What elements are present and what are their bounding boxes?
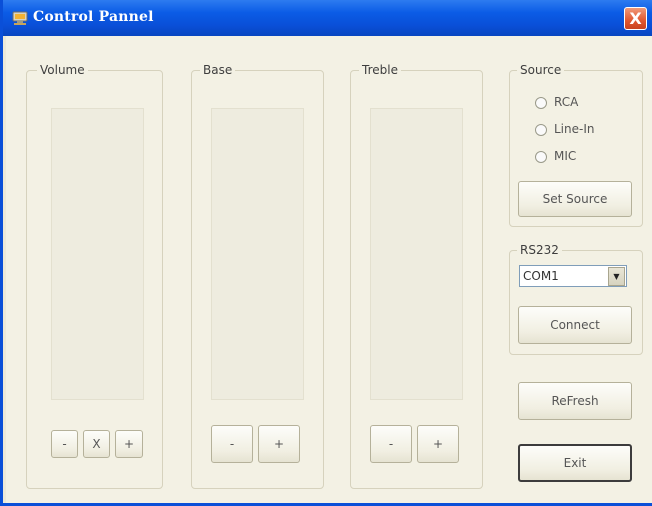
radio-line-in[interactable] [535, 124, 547, 136]
volume-minus-button[interactable]: - [51, 430, 78, 458]
radio-rca-label: RCA [554, 95, 579, 109]
base-label: Base [200, 63, 236, 77]
com-port-select[interactable]: COM1 ▼ [519, 265, 627, 287]
refresh-button[interactable]: ReFresh [518, 382, 632, 420]
exit-button[interactable]: Exit [518, 444, 632, 482]
window-title: Control Pannel [33, 9, 154, 25]
client-area: Volume - X + Base - + Treble - + Source … [6, 36, 652, 503]
volume-slider-track[interactable] [51, 108, 144, 400]
treble-slider-track[interactable] [370, 108, 463, 400]
treble-minus-button[interactable]: - [370, 425, 412, 463]
com-port-value: COM1 [523, 269, 559, 283]
app-icon [12, 11, 28, 25]
radio-line-in-label: Line-In [554, 122, 595, 136]
connect-button[interactable]: Connect [518, 306, 632, 344]
radio-mic-label: MIC [554, 149, 577, 163]
base-slider-track[interactable] [211, 108, 304, 400]
volume-label: Volume [37, 63, 88, 77]
base-minus-button[interactable]: - [211, 425, 253, 463]
title-bar[interactable]: Control Pannel X [3, 0, 652, 36]
treble-label: Treble [359, 63, 401, 77]
radio-rca[interactable] [535, 97, 547, 109]
close-icon: X [629, 9, 642, 28]
rs232-label: RS232 [517, 243, 562, 257]
source-label: Source [517, 63, 565, 77]
volume-mute-button[interactable]: X [83, 430, 110, 458]
chevron-down-icon[interactable]: ▼ [608, 267, 625, 286]
base-plus-button[interactable]: + [258, 425, 300, 463]
set-source-button[interactable]: Set Source [518, 181, 632, 217]
control-panel-window: Control Pannel X Volume - X + Base - + T… [0, 0, 652, 506]
close-button[interactable]: X [624, 7, 647, 30]
treble-plus-button[interactable]: + [417, 425, 459, 463]
volume-plus-button[interactable]: + [115, 430, 143, 458]
radio-mic[interactable] [535, 151, 547, 163]
